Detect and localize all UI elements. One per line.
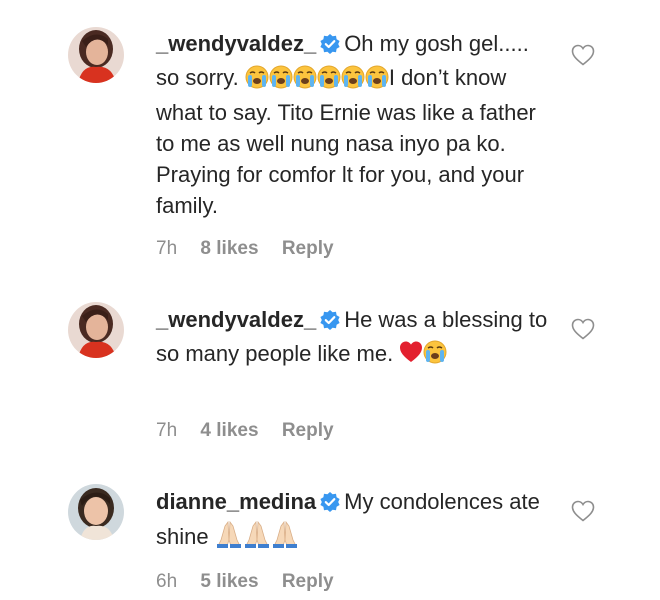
like-heart-icon[interactable] xyxy=(571,500,595,527)
timestamp[interactable]: 7h xyxy=(156,420,177,441)
avatar[interactable] xyxy=(68,484,124,540)
verified-badge-icon xyxy=(320,307,340,338)
likes-count[interactable]: 4 likes xyxy=(200,420,258,441)
loudly-crying-face-icon xyxy=(245,65,389,97)
comment-body: _wendyvaldez_ He was a blessing to so man… xyxy=(156,304,556,373)
comment-meta: 6h 5 likes Reply xyxy=(156,571,352,593)
avatar[interactable] xyxy=(68,302,124,358)
likes-count[interactable]: 8 likes xyxy=(200,238,258,259)
username[interactable]: _wendyvaldez_ xyxy=(156,31,316,56)
comment-meta: 7h 4 likes Reply xyxy=(156,420,352,442)
reply-button[interactable]: Reply xyxy=(282,571,334,592)
like-heart-icon[interactable] xyxy=(571,44,595,71)
comment-meta: 7h 8 likes Reply xyxy=(156,238,352,260)
reply-button[interactable]: Reply xyxy=(282,420,334,441)
heart-crying-face-icon xyxy=(399,339,449,373)
comment-body: dianne_medina My condolences ate shine xyxy=(156,486,556,556)
timestamp[interactable]: 6h xyxy=(156,571,177,592)
avatar[interactable] xyxy=(68,27,124,83)
timestamp[interactable]: 7h xyxy=(156,238,177,259)
verified-badge-icon xyxy=(320,489,340,520)
likes-count[interactable]: 5 likes xyxy=(200,571,258,592)
comment-body: _wendyvaldez_ Oh my gosh gel..... so sorr… xyxy=(156,28,556,221)
username[interactable]: dianne_medina xyxy=(156,489,316,514)
username[interactable]: _wendyvaldez_ xyxy=(156,307,316,332)
folded-hands-icon xyxy=(215,520,299,556)
reply-button[interactable]: Reply xyxy=(282,238,334,259)
verified-badge-icon xyxy=(320,31,340,62)
like-heart-icon[interactable] xyxy=(571,318,595,345)
